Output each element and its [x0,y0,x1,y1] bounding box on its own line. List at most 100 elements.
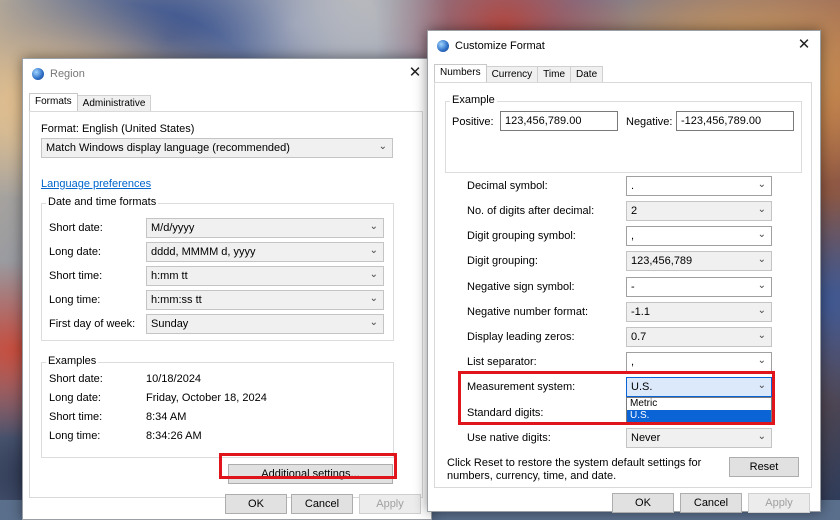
negative-number-format-label: Negative number format: [467,306,589,318]
format-select[interactable]: Match Windows display language (recommen… [41,138,393,158]
negative-number-format-select[interactable]: -1.1 ⌄ [626,302,772,322]
close-icon[interactable]: ✕ [796,37,812,53]
long-time-select[interactable]: h:mm:ss tt ⌄ [146,290,384,310]
region-ok-button[interactable]: OK [225,494,287,514]
leading-zeros-label: Display leading zeros: [467,331,575,343]
tab-date[interactable]: Date [570,66,604,83]
tab-administrative[interactable]: Administrative [76,95,152,112]
long-time-value: h:mm:ss tt [151,294,202,306]
reset-button[interactable]: Reset [729,457,799,477]
customize-cancel-button[interactable]: Cancel [680,493,742,513]
digit-grouping-value: 123,456,789 [631,255,693,267]
chevron-down-icon: ⌄ [369,221,378,232]
digit-grouping-symbol-select[interactable]: , ⌄ [626,226,772,246]
negative-example-field: -123,456,789.00 [676,111,794,131]
first-day-value: Sunday [151,318,189,330]
digit-grouping-select[interactable]: 123,456,789 ⌄ [626,251,772,271]
chevron-down-icon: ⌄ [757,254,766,265]
first-day-label: First day of week: [49,318,136,330]
chevron-down-icon: ⌄ [378,141,387,152]
short-time-label: Short time: [49,270,103,282]
negative-example-value: -123,456,789.00 [681,115,762,127]
digit-grouping-symbol-label: Digit grouping symbol: [467,230,576,242]
language-preferences-link[interactable]: Language preferences [41,178,151,190]
region-title: Region [50,68,85,80]
chevron-down-icon: ⌄ [757,229,766,240]
leading-zeros-value: 0.7 [631,331,647,343]
chevron-down-icon: ⌄ [757,179,766,190]
example-group-label: Example [450,94,497,106]
example-short-date-value: 10/18/2024 [146,373,202,385]
numbers-panel: Example Positive: 123,456,789.00 Negativ… [434,82,812,488]
customize-ok-button[interactable]: OK [612,493,674,513]
highlight-measurement-system [458,371,775,425]
region-titlebar: Region ✕ [23,59,431,89]
chevron-down-icon: ⌄ [757,330,766,341]
digits-after-decimal-label: No. of digits after decimal: [467,205,595,217]
reset-info-line-2: numbers, currency, time, and date. [447,470,617,482]
region-window: Region ✕ Formats Administrative Format: … [22,58,432,520]
short-time-select[interactable]: h:mm tt ⌄ [146,266,384,286]
decimal-symbol-select[interactable]: . ⌄ [626,176,772,196]
chevron-down-icon: ⌄ [369,269,378,280]
first-day-select[interactable]: Sunday ⌄ [146,314,384,334]
digits-after-decimal-value: 2 [631,205,638,217]
globe-icon [32,68,44,80]
region-apply-button[interactable]: Apply [359,494,421,514]
short-date-value: M/d/yyyy [151,222,195,234]
chevron-down-icon: ⌄ [757,355,766,366]
tab-formats[interactable]: Formats [29,93,78,112]
native-digits-value: Never [631,432,661,444]
tab-numbers[interactable]: Numbers [434,64,487,83]
decimal-symbol-value: . [631,180,635,192]
format-label: Format: English (United States) [41,123,195,135]
chevron-down-icon: ⌄ [369,317,378,328]
format-select-value: Match Windows display language (recommen… [46,142,290,154]
example-long-time-value: 8:34:26 AM [146,430,202,442]
example-short-time-value: 8:34 AM [146,411,187,423]
positive-example-value: 123,456,789.00 [505,115,582,127]
tab-time[interactable]: Time [537,66,572,83]
examples-group-label: Examples [46,355,99,367]
example-long-date-label: Long date: [49,392,101,404]
customize-title: Customize Format [455,40,545,52]
decimal-symbol-label: Decimal symbol: [467,180,548,192]
datetime-group: Date and time formats Short date: M/d/yy… [41,196,394,341]
chevron-down-icon: ⌄ [757,305,766,316]
negative-sign-symbol-value: - [631,281,635,293]
short-date-label: Short date: [49,222,103,234]
tab-currency[interactable]: Currency [485,66,539,83]
negative-sign-symbol-label: Negative sign symbol: [467,281,575,293]
close-icon[interactable]: ✕ [407,65,423,81]
customize-format-window: Customize Format ✕ Numbers Currency Time… [427,30,821,513]
long-date-label: Long date: [49,246,101,258]
native-digits-label: Use native digits: [467,432,551,444]
long-date-select[interactable]: dddd, MMMM d, yyyy ⌄ [146,242,384,262]
digits-after-decimal-select[interactable]: 2 ⌄ [626,201,772,221]
datetime-group-label: Date and time formats [46,196,159,208]
native-digits-select[interactable]: Never ⌄ [626,428,772,448]
leading-zeros-select[interactable]: 0.7 ⌄ [626,327,772,347]
globe-icon [437,40,449,52]
example-short-date-label: Short date: [49,373,103,385]
list-separator-value: , [631,356,635,368]
short-date-select[interactable]: M/d/yyyy ⌄ [146,218,384,238]
negative-label: Negative: [626,116,673,128]
example-short-time-label: Short time: [49,411,103,423]
chevron-down-icon: ⌄ [369,245,378,256]
formats-panel: Format: English (United States) Match Wi… [29,111,423,498]
customize-apply-button[interactable]: Apply [748,493,810,513]
example-group: Example Positive: 123,456,789.00 Negativ… [445,94,802,173]
long-date-value: dddd, MMMM d, yyyy [151,246,256,258]
chevron-down-icon: ⌄ [757,431,766,442]
region-cancel-button[interactable]: Cancel [291,494,353,514]
long-time-label: Long time: [49,294,101,306]
negative-sign-symbol-select[interactable]: - ⌄ [626,277,772,297]
highlight-additional-settings [219,453,397,479]
chevron-down-icon: ⌄ [369,293,378,304]
examples-group: Examples Short date: 10/18/2024 Long dat… [41,355,394,458]
digit-grouping-label: Digit grouping: [467,255,538,267]
reset-info-line-1: Click Reset to restore the system defaul… [447,457,702,469]
list-separator-select[interactable]: , ⌄ [626,352,772,372]
list-separator-label: List separator: [467,356,537,368]
